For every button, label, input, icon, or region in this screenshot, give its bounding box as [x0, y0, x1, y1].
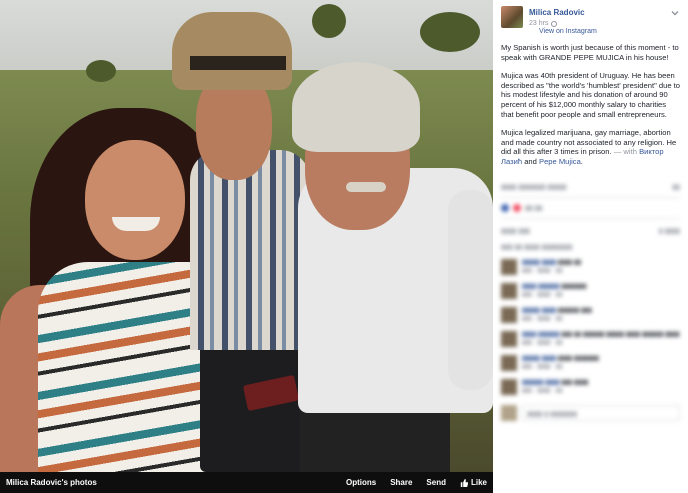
album-link[interactable]: Milica Radovic's photos — [6, 478, 332, 487]
thumbs-up-icon — [460, 478, 468, 487]
post-header: Milica Radovic 23 hrs View on Instagram — [501, 6, 680, 35]
comment-count: ▮ ▮▮▮▮ — [658, 227, 680, 235]
write-comment-row: ▮▮▮▮ ▮ ▮▮▮▮▮▮▮ — [501, 404, 680, 421]
photo-viewer[interactable]: Milica Radovic's photos Options Share Se… — [0, 0, 493, 493]
instagram-link[interactable]: View on Instagram — [539, 28, 664, 35]
post-panel: Milica Radovic 23 hrs View on Instagram … — [493, 0, 688, 493]
previous-comments-link[interactable]: ▮▮▮▮ ▮▮▮ — [501, 227, 530, 235]
photo-tree — [420, 12, 480, 52]
post-stats-row: ▮▮▮▮ ▮▮▮▮▮▮▮ ▮▮▮▮▮ ▮▮ — [501, 183, 680, 191]
photo-tree — [86, 60, 116, 82]
post-paragraph-1: My Spanish is worth just because of this… — [501, 43, 679, 62]
send-button[interactable]: Send — [426, 478, 446, 487]
options-button[interactable]: Options — [346, 478, 376, 487]
comment-avatar[interactable] — [501, 330, 517, 347]
comment-avatar[interactable] — [501, 378, 517, 395]
person-man-hatband — [190, 56, 286, 70]
comment-avatar[interactable] — [501, 354, 517, 371]
like-label: Like — [470, 478, 487, 487]
person-man-shirt — [190, 150, 310, 350]
person-oldman-arm — [448, 190, 493, 390]
comment-item: ▮▮▮▮▮▮ ▮▮▮▮ ▮▮▮ ▮▮▮▮ ▮▮▮ · ▮▮▮▮ · ▮▮ — [501, 378, 680, 395]
avatar[interactable] — [501, 6, 523, 28]
post-time[interactable]: 23 hrs — [529, 20, 548, 27]
author-name[interactable]: Milica Radovic — [529, 8, 664, 17]
post-paragraph-2: Mujica was 40th president of Uruguay. He… — [501, 71, 681, 119]
engagement-section: ▮▮▮▮ ▮▮▮▮▮▮▮ ▮▮▮▮▮ ▮▮ ▮▮ ▮▮ ▮▮▮▮ ▮▮▮ ▮ ▮… — [501, 183, 680, 421]
post-body: My Spanish is worth just because of this… — [501, 43, 680, 167]
more-comments-row[interactable]: ▮▮▮ ▮▮ ▮▮▮▮ ▮▮▮▮▮▮▮▮ — [501, 243, 680, 251]
tagged-user-2[interactable]: Pepe Mujica — [539, 157, 581, 166]
photo-bottom-bar: Milica Radovic's photos Options Share Se… — [0, 472, 493, 493]
comments-header: ▮▮▮▮ ▮▮▮ ▮ ▮▮▮▮ — [501, 227, 680, 235]
with-and: and — [524, 156, 537, 166]
reactions-row[interactable]: ▮▮ ▮▮ — [501, 203, 680, 212]
person-man-hat — [172, 12, 292, 90]
divider — [501, 196, 680, 198]
comment-avatar[interactable] — [501, 258, 517, 275]
person-oldman-mustache — [346, 182, 386, 192]
photo-tree — [312, 4, 346, 38]
comment-item: ▮▮▮▮ ▮▮▮▮▮▮ ▮▮▮ ▮▮ ▮▮▮▮▮▮ ▮▮▮▮▮ ▮▮▮▮ ▮▮▮… — [501, 330, 680, 347]
reaction-count: ▮▮ ▮▮ — [525, 204, 543, 212]
comment-item: ▮▮▮▮▮ ▮▮▮▮ ▮▮▮▮▮▮ ▮▮▮ ▮▮▮ · ▮▮▮▮ · ▮▮ — [501, 306, 680, 323]
photo[interactable] — [0, 0, 493, 472]
chevron-down-icon[interactable] — [670, 8, 680, 18]
comment-item: ▮▮▮▮▮ ▮▮▮▮ ▮▮▮▮ ▮▮▮▮▮▮▮ ▮▮▮ · ▮▮▮▮ · ▮▮ — [501, 354, 680, 371]
post-paragraph-3: Mujica legalized marijuana, gay marriage… — [501, 128, 680, 166]
share-button[interactable]: Share — [390, 478, 412, 487]
globe-icon — [551, 20, 558, 27]
comment-item: ▮▮▮▮▮ ▮▮▮▮ ▮▮▮▮ ▮▮ ▮▮▮ · ▮▮▮▮ · ▮▮ — [501, 258, 680, 275]
divider — [501, 217, 680, 219]
comment-avatar[interactable] — [501, 306, 517, 323]
comment-item: ▮▮▮▮ ▮▮▮▮▮▮ ▮▮▮▮▮▮▮ ▮▮▮ · ▮▮▮▮ · ▮▮ — [501, 282, 680, 299]
person-woman-face — [85, 140, 185, 260]
person-oldman-hair — [292, 62, 420, 152]
person-woman-smile — [112, 217, 160, 231]
post-time-row: 23 hrs — [529, 20, 664, 27]
love-reaction-icon — [513, 203, 521, 212]
with-prefix: — with — [613, 147, 637, 157]
comment-avatar[interactable] — [501, 282, 517, 299]
like-action-link[interactable]: ▮▮▮▮ ▮▮▮▮▮▮▮ ▮▮▮▮▮ — [501, 183, 567, 191]
viewer-avatars[interactable]: ▮▮ — [672, 183, 680, 191]
my-avatar — [501, 404, 517, 421]
like-reaction-icon — [501, 203, 509, 212]
post-meta: Milica Radovic 23 hrs View on Instagram — [529, 6, 664, 35]
comment-input[interactable]: ▮▮▮▮ ▮ ▮▮▮▮▮▮▮ — [522, 404, 680, 421]
like-button[interactable]: Like — [460, 478, 487, 487]
with-end: . — [580, 156, 583, 166]
